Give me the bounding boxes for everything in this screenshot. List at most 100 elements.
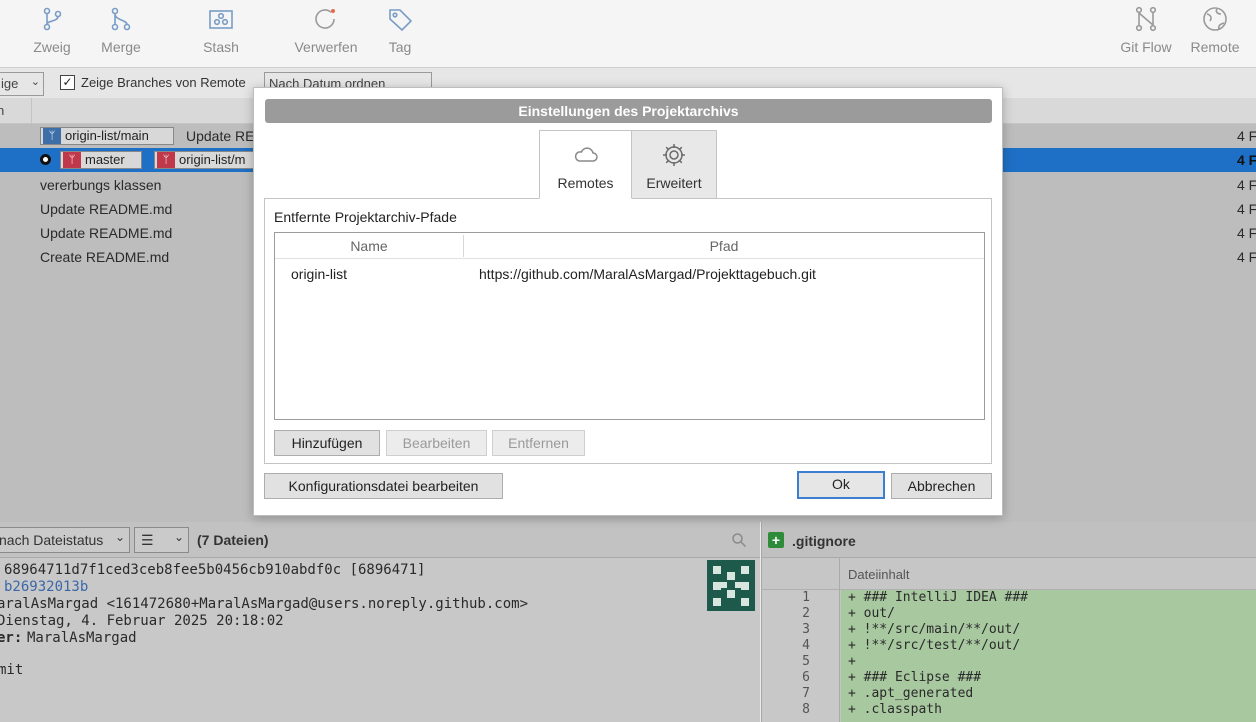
head-indicator <box>40 154 51 165</box>
remote-label: Remote <box>1190 39 1240 55</box>
remotes-table: Name Pfad origin-list https://github.com… <box>274 232 985 420</box>
repository-settings-dialog: Einstellungen des Projektarchivs Remotes… <box>253 87 1003 516</box>
remote-name: origin-list <box>291 266 348 282</box>
merge-button[interactable]: Merge <box>96 0 146 68</box>
branch-tag: ᛘ master <box>60 151 142 169</box>
commit-message: vererbungs klassen <box>40 177 162 193</box>
cloud-icon <box>574 147 598 162</box>
commit-message-body: mit <box>0 662 24 678</box>
dialog-title: Einstellungen des Projektarchivs <box>265 99 992 123</box>
remove-remote-button[interactable]: Entfernen <box>492 430 585 456</box>
file-count: (7 Dateien) <box>197 532 269 548</box>
git-flow-icon <box>1135 6 1157 32</box>
commit-details-pane: nach Dateistatus ⌄ ☰ ⌄ (7 Dateien) 68964… <box>0 522 760 722</box>
diff-file-header: + .gitignore <box>762 522 1256 558</box>
diff-line: 8 + .classpath <box>762 702 1256 718</box>
diff-line: 2 + out/ <box>762 606 1256 622</box>
parent-link[interactable]: b26932013b <box>4 579 88 595</box>
diff-file-name: .gitignore <box>792 533 856 549</box>
line-text: + .classpath <box>848 702 942 717</box>
tab-remotes-label: Remotes <box>557 175 614 191</box>
committer-value: MaralAsMargad <box>27 630 137 646</box>
tag-button[interactable]: Tag <box>382 0 418 68</box>
search-icon[interactable] <box>731 532 747 548</box>
diff-line: 6 + ### Eclipse ### <box>762 670 1256 686</box>
tag-icon <box>389 9 413 32</box>
remote-path: https://github.com/MaralAsMargad/Projekt… <box>479 266 816 282</box>
discard-icon <box>315 9 335 29</box>
branch-tag-label: origin-list/main <box>65 128 149 143</box>
line-number: 2 <box>802 606 810 621</box>
branches-select-value: ige <box>1 76 19 91</box>
tab-advanced[interactable]: Erweitert <box>631 130 717 199</box>
branch-label: Zweig <box>33 39 71 55</box>
stash-icon <box>209 10 233 29</box>
commit-message: Update RE <box>186 128 255 144</box>
show-remote-checkbox[interactable]: ✓ <box>60 75 75 90</box>
diff-content: 1 + ### IntelliJ IDEA ### 2 + out/ 3 + !**/… <box>762 590 1256 722</box>
diff-line: 1 + ### IntelliJ IDEA ### <box>762 590 1256 606</box>
line-number-gutter <box>762 558 840 590</box>
ok-button[interactable]: Ok <box>797 471 885 499</box>
edit-remote-button[interactable]: Bearbeiten <box>386 430 487 456</box>
commit-message: Update README.md <box>40 225 173 241</box>
chevron-down-icon: ⌄ <box>114 530 125 544</box>
file-sort-value: nach Dateistatus <box>0 532 104 548</box>
tab-advanced-label: Erweitert <box>646 175 702 191</box>
commit-author: 4 F <box>1237 128 1256 144</box>
line-text: + <box>848 654 856 669</box>
remote-button[interactable]: Remote <box>1186 0 1244 68</box>
line-number: 1 <box>802 590 810 605</box>
discard-label: Verwerfen <box>294 39 358 55</box>
view-mode-select[interactable]: ☰ ⌄ <box>134 527 189 553</box>
remote-row[interactable]: origin-list https://github.com/MaralAsMa… <box>275 259 984 287</box>
branch-icon <box>43 7 62 31</box>
commit-message: Update README.md <box>40 201 173 217</box>
line-number: 8 <box>802 702 810 717</box>
line-text: + !**/src/main/**/out/ <box>848 622 1021 637</box>
commit-author: 4 F <box>1237 152 1256 168</box>
diff-column-title: Dateiinhalt <box>848 567 910 582</box>
committer-label: er: <box>0 630 23 646</box>
remotes-panel: Entfernte Projektarchiv-Pfade Name Pfad … <box>264 198 992 464</box>
add-remote-button[interactable]: Hinzufügen <box>274 430 380 456</box>
commit-author: 4 F <box>1237 249 1256 265</box>
line-text: + out/ <box>848 606 895 621</box>
chevron-down-icon: ⌄ <box>173 530 184 544</box>
branch-tag: ᛘ origin-list/m <box>154 151 254 169</box>
avatar <box>707 560 755 611</box>
commit-author: 4 F <box>1237 201 1256 217</box>
stash-button[interactable]: Stash <box>198 0 244 68</box>
commit-date: Dienstag, 4. Februar 2025 20:18:02 <box>0 613 284 629</box>
commit-author: 4 F <box>1237 177 1256 193</box>
git-flow-label: Git Flow <box>1120 39 1172 55</box>
discard-button[interactable]: Verwerfen <box>290 0 362 68</box>
diff-pane: + .gitignore Dateiinhalt 1 + ### IntelliJ… <box>761 522 1256 722</box>
file-status-bar: nach Dateistatus ⌄ ☰ ⌄ (7 Dateien) <box>0 522 760 558</box>
diff-line: 4 + !**/src/test/**/out/ <box>762 638 1256 654</box>
edit-config-file-button[interactable]: Konfigurationsdatei bearbeiten <box>264 473 503 499</box>
diff-line: 7 + .apt_generated <box>762 686 1256 702</box>
list-icon: ☰ <box>141 532 154 548</box>
column-header-path[interactable]: Pfad <box>464 238 984 254</box>
diff-line: 5 + <box>762 654 1256 670</box>
branch-icon: ᛘ <box>157 152 175 168</box>
commit-message: Create README.md <box>40 249 170 265</box>
branch-tag-label: master <box>85 152 125 167</box>
remotes-table-header: Name Pfad <box>275 233 984 259</box>
line-number: 3 <box>802 622 810 637</box>
added-file-icon: + <box>768 532 784 548</box>
remote-paths-label: Entfernte Projektarchiv-Pfade <box>274 209 457 225</box>
line-number: 6 <box>802 670 810 685</box>
cancel-button[interactable]: Abbrechen <box>891 473 992 499</box>
line-number: 5 <box>802 654 810 669</box>
tab-remotes[interactable]: Remotes <box>539 130 632 199</box>
column-header-name[interactable]: Name <box>275 238 463 254</box>
file-sort-select[interactable]: nach Dateistatus ⌄ <box>0 527 130 553</box>
branch-button[interactable]: Zweig <box>28 0 76 68</box>
branches-select[interactable]: ige ⌄ <box>0 72 44 96</box>
git-flow-button[interactable]: Git Flow <box>1116 0 1176 68</box>
commit-hash: 68964711d7f1ced3ceb8fee5b0456cb910abdf0c… <box>4 562 426 578</box>
merge-label: Merge <box>101 39 141 55</box>
show-remote-label: Zeige Branches von Remote <box>81 75 246 90</box>
